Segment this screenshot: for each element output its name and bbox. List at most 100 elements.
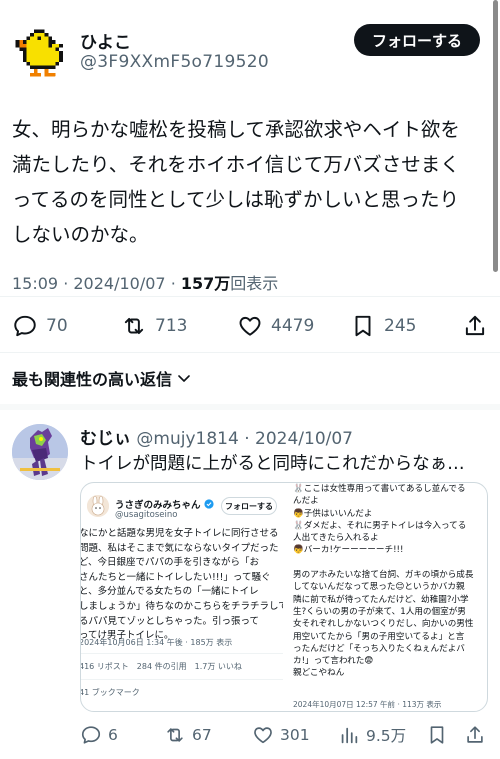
embedded-author-name: うさぎのみみちゃん <box>115 497 214 511</box>
embedded-line: と、多分並んでる女たちの「一緒にトイレ <box>81 586 259 598</box>
embedded-line: なにかと話題な男児を女子トイレに同行させる <box>81 528 279 539</box>
embedded-post-text: なにかと話題な男児を女子トイレに同行させる 問題、私はそこまで気にならないタイプ… <box>81 527 283 644</box>
scrollbar[interactable] <box>493 0 498 272</box>
author-avatar[interactable] <box>12 22 70 80</box>
reply-handle[interactable]: @mujy1814 <box>136 429 238 449</box>
embedded-line: んだよ <box>293 496 319 507</box>
post-time[interactable]: 15:09 <box>12 274 58 293</box>
embedded-line: 生?くらいの男の子が来て、1人用の個室が男 <box>293 606 466 617</box>
reply-date[interactable]: 2024/10/07 <box>255 429 353 449</box>
like-count: 4479 <box>271 316 315 336</box>
reply-like-count: 301 <box>280 726 310 744</box>
rabbit-avatar-icon <box>87 495 109 517</box>
embedded-divider <box>81 679 283 680</box>
media-image-left[interactable]: うさぎのみみちゃん @usagitoseino フォローする なにかと話題な男児… <box>81 483 285 711</box>
reply-like-button[interactable]: 301 <box>252 720 310 750</box>
like-button[interactable]: 4479 <box>237 308 314 344</box>
heart-icon <box>239 316 261 336</box>
media-image-right[interactable]: 🐰ここは女性専用って書いてあるし並んでる んだよ 👦子供はいいんだよ 🐰ダメだよ… <box>287 483 487 711</box>
embedded-post-meta: 2024年10月07日 12:57 午前 · 113万 表示 <box>293 700 442 709</box>
author-handle[interactable]: @3F9XXmF5o719520 <box>80 52 269 72</box>
verified-badge-icon <box>204 499 214 509</box>
reply-reply-button[interactable]: 6 <box>80 720 118 750</box>
post-text-line: ってるのを同性として少しは恥ずかしいと思ったり <box>12 188 459 211</box>
share-button[interactable] <box>462 308 488 344</box>
bookmark-count: 245 <box>384 316 417 336</box>
embedded-line: 👦バーカ!ケーーーーーチ!!! <box>293 545 404 556</box>
post-text-line: 女、明らかな嘘松を投稿して承認欲求やヘイト欲を <box>12 118 460 141</box>
reply-count: 70 <box>46 316 68 336</box>
view-count: 157万 <box>180 274 231 293</box>
reply-icon <box>14 315 36 337</box>
share-icon <box>465 315 485 336</box>
embedded-divider <box>81 653 283 654</box>
embedded-text-block: 🐰ここは女性専用って書いてあるし並んでる んだよ 👦子供はいいんだよ 🐰ダメだよ… <box>293 483 487 680</box>
divider <box>0 352 500 353</box>
embedded-author-handle: @usagitoseino <box>115 510 178 520</box>
reply-bookmark-button[interactable] <box>426 720 448 750</box>
embedded-line: 🐰ここは女性専用って書いてあるし並んでる <box>293 484 466 494</box>
repost-count: 713 <box>155 316 188 336</box>
embedded-line: 🐰ダメだよ、それに男子トイレは今入ってる <box>293 520 467 531</box>
embedded-line: カ!」って言われた😨 <box>293 656 374 667</box>
reply-text: トイレが問題に上がると同時にこれだからなぁ… <box>80 454 465 474</box>
post-header: ひよこ @3F9XXmF5o719520 フォローする <box>0 0 500 100</box>
embedded-post-stats: 416 リポスト 284 件の引用 1.7万 いいね <box>81 662 242 671</box>
embedded-line: 用空いてたから「男の子用空いてるよ」と言 <box>293 631 465 642</box>
embedded-line: ったんだけど「そっち入りたくねぇんだよバ <box>293 643 465 654</box>
repost-button[interactable]: 713 <box>121 308 187 344</box>
reply-actions: 6 67 301 9.5万 <box>80 720 490 750</box>
embedded-line: 親どこやねん <box>293 668 345 679</box>
reply-views-button[interactable]: 9.5万 <box>338 720 406 750</box>
embedded-avatar <box>87 495 109 517</box>
post-text-line: 満たしたり、それをホイホイ信じて万バズさせまく <box>12 153 460 176</box>
section-divider <box>0 404 500 410</box>
embedded-line: ど、今日銀座でパパの手を引きながら「お <box>81 557 260 569</box>
meta-separator: · <box>238 429 256 449</box>
repost-icon <box>167 728 183 742</box>
embedded-blank-line <box>293 557 487 569</box>
reply-repost-button[interactable]: 67 <box>164 720 212 750</box>
reply-view-count: 9.5万 <box>366 727 407 745</box>
post-actions: 70 713 4479 245 <box>0 308 500 344</box>
reply-header: むじぃ @mujy1814 · 2024/10/07 <box>80 424 353 449</box>
chick-avatar-icon <box>12 22 70 80</box>
author-display-name[interactable]: ひよこ <box>80 28 131 53</box>
reply-sort-label: 最も関連性の高い返信 <box>12 370 173 389</box>
embedded-follow-button: フォローする <box>221 497 277 515</box>
reply-media[interactable]: うさぎのみみちゃん @usagitoseino フォローする なにかと話題な男児… <box>80 482 488 712</box>
robot-avatar-icon <box>12 424 68 480</box>
reply-share-button[interactable] <box>464 720 486 750</box>
share-icon <box>467 726 483 743</box>
reply-display-name[interactable]: むじぃ <box>80 429 131 449</box>
embedded-line: 女それぞれしかないつくりだし、向かいの男性 <box>293 619 474 630</box>
analytics-icon <box>341 727 358 744</box>
reply-reply-count: 6 <box>108 726 118 744</box>
bookmark-icon <box>355 315 371 337</box>
embedded-line: 👦子供はいいんだよ <box>293 508 373 519</box>
post-meta: 15:09 · 2024/10/07 · 157万回表示 <box>12 270 278 294</box>
reply-icon <box>81 726 101 744</box>
embedded-line: 男のアホみたいな捨て台詞、ガキの頃から成長 <box>293 570 474 581</box>
views-label: 回表示 <box>230 274 279 293</box>
post-text-line: しないのかな。 <box>12 223 149 246</box>
bookmark-button[interactable]: 245 <box>350 308 416 344</box>
embedded-line: 人出てきたら入れるよ <box>293 533 379 544</box>
heart-icon <box>254 727 272 744</box>
post-text: 女、明らかな嘘松を投稿して承認欲求やヘイト欲を 満たしたり、それをホイホイ信じて… <box>12 112 488 252</box>
repost-icon <box>124 317 144 335</box>
reply-repost-count: 67 <box>192 726 212 744</box>
follow-button[interactable]: フォローする <box>354 24 480 56</box>
embedded-bookmarks: 41 ブックマーク <box>81 688 140 697</box>
embedded-line: してないんだなって思った😊というかバカ親 <box>293 582 465 593</box>
meta-separator: · <box>170 274 181 293</box>
meta-separator: · <box>63 274 74 293</box>
embedded-line: るパパ見てゾッとしちゃった。引っ張って <box>81 615 260 627</box>
post-date[interactable]: 2024/10/07 <box>73 274 165 293</box>
chevron-down-icon <box>178 375 190 382</box>
reply-author-avatar[interactable] <box>12 424 68 480</box>
bookmark-icon <box>430 726 444 744</box>
reply-button[interactable]: 70 <box>12 308 68 344</box>
divider <box>0 296 500 297</box>
reply-sort-selector[interactable]: 最も関連性の高い返信 <box>12 366 192 390</box>
